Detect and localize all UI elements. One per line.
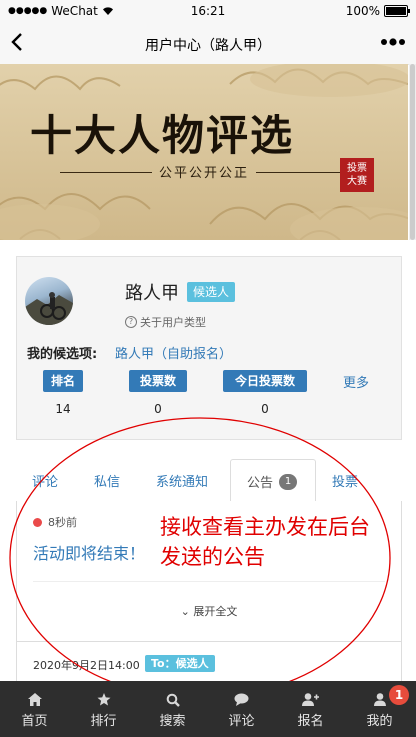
- today-votes-label: 今日投票数: [223, 370, 307, 392]
- tabbar-ranking[interactable]: 排行: [69, 681, 138, 737]
- home-icon: [27, 693, 42, 706]
- tab-announcements[interactable]: 公告 1: [230, 459, 316, 503]
- banner-title: 十大人物评选: [30, 111, 295, 160]
- nav-bar: 用户中心（路人甲）: [0, 24, 416, 65]
- annotation-text: 接收查看主办发在后台发送的公告: [160, 515, 370, 569]
- user-type-link[interactable]: ? 关于用户类型: [125, 314, 206, 330]
- battery-icon: [384, 5, 410, 17]
- tab-private-messages[interactable]: 私信: [94, 471, 120, 490]
- scrollbar-thumb[interactable]: [410, 64, 415, 240]
- candidate-label: 我的候选项:: [27, 347, 98, 362]
- tabbar-label: 排行: [90, 714, 117, 729]
- more-link[interactable]: 更多: [343, 372, 369, 391]
- tab-system-notices[interactable]: 系统通知: [156, 471, 208, 490]
- recipient-badge: To：候选人: [145, 655, 215, 672]
- tabbar-signup[interactable]: 报名: [276, 681, 345, 737]
- tabbar-label: 首页: [21, 714, 48, 729]
- tabbar-label: 评论: [228, 714, 255, 729]
- expand-label: 展开全文: [193, 605, 238, 618]
- seal-line: 大赛: [347, 176, 367, 187]
- count-badge: 1: [279, 474, 297, 490]
- announcement-time: 8秒前: [48, 516, 77, 529]
- page-title: 用户中心（路人甲）: [145, 38, 271, 54]
- star-icon: [97, 693, 110, 706]
- votes-label: 投票数: [129, 370, 187, 392]
- more-options-icon[interactable]: [380, 32, 406, 58]
- search-icon: [166, 693, 180, 707]
- notification-badge: 1: [389, 685, 409, 705]
- tab-comments[interactable]: 评论: [32, 471, 58, 490]
- battery-status: 100%: [345, 4, 410, 18]
- battery-percent: 100%: [345, 4, 380, 18]
- unread-dot: [33, 518, 42, 527]
- profile-card: 路人甲 候选人 ? 关于用户类型 我的候选项: 路人甲（自助报名） 排名 投票数…: [16, 256, 402, 440]
- seal-line: 投票: [347, 163, 367, 174]
- announcement-item: 2020年9月2日14:00 To：候选人: [16, 641, 402, 682]
- username: 路人甲: [125, 283, 179, 304]
- add-user-icon: [302, 693, 319, 706]
- comment-icon: [234, 693, 249, 706]
- tabbar-search[interactable]: 搜索: [138, 681, 207, 737]
- today-votes-value: 0: [261, 402, 269, 416]
- bottom-tab-bar: 首页 排行 搜索 评论 报名 我的: [0, 681, 416, 737]
- event-banner: 十大人物评选 公平公开公正 投票 大赛: [0, 64, 408, 240]
- avatar-image: [25, 292, 73, 325]
- avatar[interactable]: [25, 277, 73, 325]
- scrollbar[interactable]: [409, 64, 416, 240]
- question-circle-icon: ?: [125, 316, 137, 328]
- user-type-label: 关于用户类型: [140, 316, 206, 329]
- chevron-down-icon: ⌄: [180, 605, 190, 618]
- tabbar-label: 搜索: [159, 714, 186, 729]
- tabbar-home[interactable]: 首页: [0, 681, 69, 737]
- user-icon: [373, 693, 386, 706]
- status-bar: ●●●●● WeChat 16:21 100%: [0, 0, 416, 24]
- tab-votes[interactable]: 投票: [332, 471, 358, 490]
- announcement-date: 2020年9月2日14:00: [33, 659, 140, 672]
- seal-stamp: 投票 大赛: [340, 158, 374, 192]
- role-badge: 候选人: [187, 282, 236, 302]
- tab-label: 公告: [247, 476, 274, 491]
- rank-value: 14: [55, 402, 71, 416]
- tabbar-comments[interactable]: 评论: [207, 681, 276, 737]
- tabbar-label: 我的: [366, 714, 393, 729]
- announcement-message[interactable]: 活动即将结束！: [33, 540, 145, 564]
- candidate-link[interactable]: 路人甲（自助报名）: [115, 343, 232, 362]
- divider: [33, 581, 385, 582]
- votes-value: 0: [154, 402, 162, 416]
- rank-label: 排名: [43, 370, 83, 392]
- tabbar-label: 报名: [297, 714, 324, 729]
- expand-button[interactable]: ⌄ 展开全文: [17, 603, 401, 619]
- message-tabs: 评论 私信 系统通知 公告 1 投票: [16, 459, 400, 503]
